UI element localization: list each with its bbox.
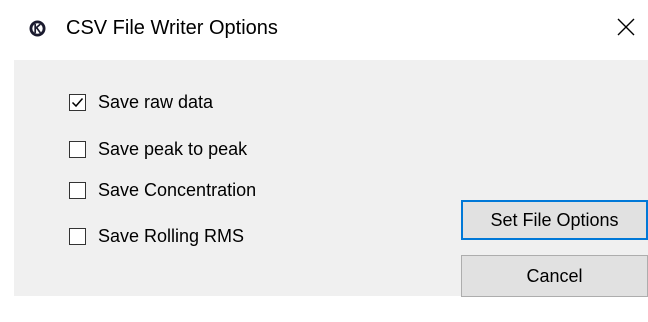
window-title: CSV File Writer Options [66, 17, 278, 39]
save-peak-to-peak-option[interactable]: Save peak to peak [69, 137, 247, 161]
save-raw-data-option[interactable]: Save raw data [69, 90, 213, 114]
save-peak-to-peak-checkbox[interactable] [69, 140, 86, 158]
save-concentration-option[interactable]: Save Concentration [69, 178, 256, 202]
close-button[interactable] [608, 12, 644, 46]
cancel-button[interactable]: Cancel [461, 255, 648, 297]
save-concentration-checkbox[interactable] [69, 181, 86, 199]
save-concentration-label: Save Concentration [98, 180, 257, 200]
close-icon [617, 18, 635, 41]
app-logo-icon [29, 20, 46, 37]
dialog-body: Save raw data Save peak to peak Save Con… [14, 60, 648, 297]
save-rolling-rms-checkbox[interactable] [69, 227, 86, 245]
save-raw-data-label: Save raw data [98, 92, 214, 112]
save-raw-data-checkbox[interactable] [69, 93, 86, 111]
title-bar[interactable]: CSV File Writer Options [0, 0, 648, 60]
save-rolling-rms-label: Save Rolling RMS [98, 226, 245, 246]
set-file-options-button[interactable]: Set File Options [461, 200, 648, 240]
csv-file-writer-options-dialog: CSV File Writer Options Save raw data Sa… [0, 0, 648, 322]
save-rolling-rms-option[interactable]: Save Rolling RMS [69, 224, 244, 248]
checkmark-icon [71, 97, 84, 107]
save-peak-to-peak-label: Save peak to peak [98, 139, 248, 159]
